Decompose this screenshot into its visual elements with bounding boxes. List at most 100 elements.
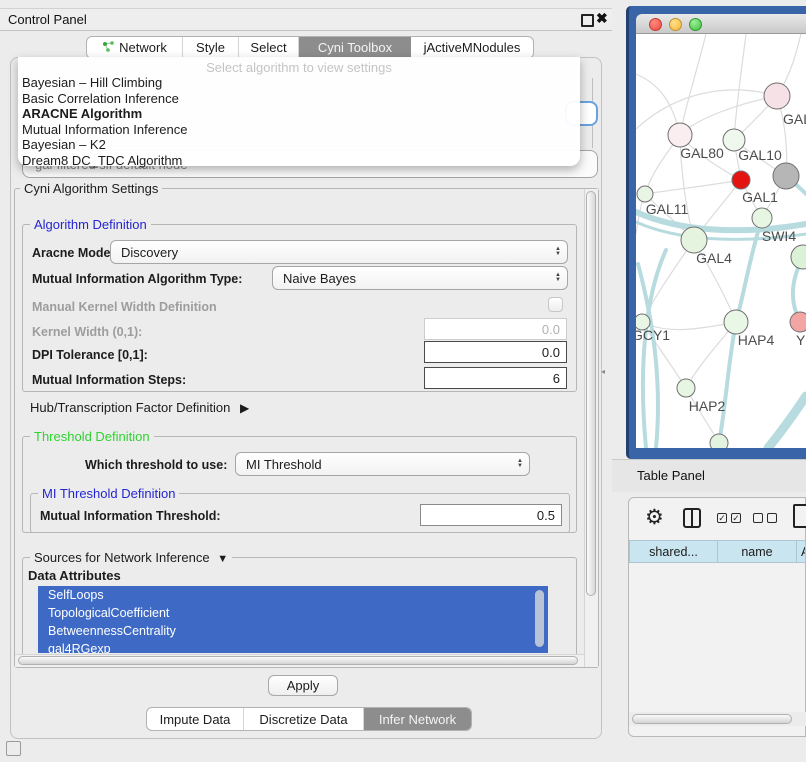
- node-hap4[interactable]: [724, 310, 748, 334]
- control-panel-tabs: Network Style Select Cyni Toolbox jActiv…: [86, 36, 534, 59]
- tab-jactivemnodules-label: jActiveMNodules: [424, 40, 521, 55]
- node-gray[interactable]: [773, 163, 799, 189]
- settings-vscrollbar-thumb[interactable]: [586, 191, 596, 596]
- tab-select-label: Select: [250, 40, 286, 55]
- tab-cyni-toolbox[interactable]: Cyni Toolbox: [299, 37, 411, 58]
- dropdown-item[interactable]: Bayesian – Hill Climbing: [18, 75, 580, 91]
- tab-cyni-toolbox-label: Cyni Toolbox: [318, 40, 392, 55]
- collapse-down-icon: ▼: [213, 553, 228, 565]
- deselect-all-checkbox-icon[interactable]: [767, 513, 777, 523]
- node-gal1-selected[interactable]: [732, 171, 750, 189]
- mi-threshold-group-title: MI Threshold Definition: [38, 486, 179, 501]
- tab-infer-network[interactable]: Infer Network: [364, 708, 471, 730]
- list-item[interactable]: TopologicalCoefficient: [38, 604, 548, 622]
- column-header-name[interactable]: name: [717, 540, 797, 563]
- table-hscrollbar-thumb[interactable]: [632, 714, 792, 724]
- label-y-clipped: Y: [796, 332, 806, 348]
- tab-impute-data-label: Impute Data: [160, 712, 231, 727]
- node-swi4[interactable]: [752, 208, 772, 228]
- node-green-clipped[interactable]: [791, 245, 806, 269]
- node-gal11[interactable]: [637, 186, 653, 202]
- list-item[interactable]: SelfLoops: [38, 586, 548, 604]
- tab-style[interactable]: Style: [183, 37, 239, 58]
- algorithm-dropdown-placeholder: Select algorithm to view settings: [18, 57, 580, 75]
- dropdown-item[interactable]: Mutual Information Inference: [18, 122, 580, 138]
- dropdown-item[interactable]: Dream8 DC_TDC Algorithm: [18, 153, 580, 169]
- control-panel-title: Control Panel: [8, 12, 87, 27]
- column-layout-icon[interactable]: [683, 508, 701, 528]
- kernel-width-label: Kernel Width (0,1):: [32, 325, 142, 339]
- kernel-width-field[interactable]: 0.0: [424, 318, 567, 340]
- aracne-mode-value: Discovery: [111, 245, 549, 260]
- attributes-scrollbar-thumb[interactable]: [535, 590, 544, 647]
- mi-type-label: Mutual Information Algorithm Type:: [32, 272, 242, 286]
- label-gal4: GAL4: [696, 250, 732, 266]
- network-canvas[interactable]: GAL GAL80 GAL10 GAL1 GAL11 SWI4 GAL4 GCY…: [636, 34, 806, 448]
- settings-gear-icon[interactable]: ⚙: [645, 507, 664, 528]
- threshold-definition-title: Threshold Definition: [30, 429, 154, 444]
- dpi-tolerance-label: DPI Tolerance [0,1]:: [32, 348, 148, 362]
- mi-type-combo[interactable]: Naive Bayes ▲▼: [272, 266, 568, 290]
- column-header-label: name: [741, 545, 772, 559]
- export-table-icon[interactable]: [793, 504, 806, 528]
- float-window-icon[interactable]: [581, 14, 594, 27]
- dropdown-item-selected[interactable]: ARACNE Algorithm: [18, 106, 580, 122]
- tab-select[interactable]: Select: [239, 37, 299, 58]
- label-gal11: GAL11: [646, 201, 689, 217]
- label-gal-clipped: GAL: [783, 111, 806, 127]
- column-header-clipped[interactable]: A: [796, 540, 806, 563]
- sources-group-toggle[interactable]: Sources for Network Inference ▼: [30, 550, 232, 565]
- zoom-traffic-light-icon[interactable]: [689, 18, 702, 31]
- dropdown-item[interactable]: Basic Correlation Inference: [18, 91, 580, 107]
- node-gal-clipped[interactable]: [764, 83, 790, 109]
- tab-jactivemnodules[interactable]: jActiveMNodules: [411, 37, 533, 58]
- combo-arrows-icon: ▲▼: [549, 247, 567, 257]
- tab-style-label: Style: [196, 40, 225, 55]
- apply-button[interactable]: Apply: [268, 675, 338, 696]
- column-header-shared-name[interactable]: shared...: [629, 540, 718, 563]
- minimize-traffic-light-icon[interactable]: [669, 18, 682, 31]
- data-attributes-list[interactable]: SelfLoops TopologicalCoefficient Between…: [38, 586, 548, 653]
- hub-definition-label: Hub/Transcription Factor Definition: [30, 400, 230, 415]
- list-item[interactable]: BetweennessCentrality: [38, 622, 548, 640]
- data-attributes-label: Data Attributes: [28, 568, 121, 583]
- mi-steps-label: Mutual Information Steps:: [32, 373, 186, 387]
- tab-infer-network-label: Infer Network: [379, 712, 456, 727]
- node-hap2[interactable]: [677, 379, 695, 397]
- aracne-mode-combo[interactable]: Discovery ▲▼: [110, 240, 568, 264]
- close-traffic-light-icon[interactable]: [649, 18, 662, 31]
- list-item[interactable]: gal4RGexp: [38, 640, 548, 653]
- network-icon: [102, 40, 115, 56]
- node-gal80[interactable]: [668, 123, 692, 147]
- manual-kernel-checkbox[interactable]: [548, 297, 563, 312]
- expand-right-icon: ▶: [234, 401, 249, 415]
- dropdown-item[interactable]: Bayesian – K2: [18, 137, 580, 153]
- mi-type-value: Naive Bayes: [273, 271, 549, 286]
- algorithm-dropdown: Select algorithm to view settings Bayesi…: [18, 57, 580, 166]
- select-all-checkbox-icon[interactable]: ✓: [717, 513, 727, 523]
- node-salmon-clipped[interactable]: [790, 312, 806, 332]
- which-threshold-label: Which threshold to use:: [85, 458, 227, 472]
- tab-impute-data[interactable]: Impute Data: [147, 708, 244, 730]
- which-threshold-combo[interactable]: MI Threshold ▲▼: [235, 452, 530, 476]
- close-icon[interactable]: ✖: [596, 10, 608, 27]
- settings-hscrollbar-thumb[interactable]: [18, 656, 578, 665]
- tab-discretize-data-label: Discretize Data: [259, 712, 347, 727]
- splitter-handle[interactable]: ◂: [601, 367, 605, 376]
- combo-arrows-icon: ▲▼: [511, 459, 529, 469]
- node-bottom-clipped[interactable]: [710, 434, 728, 448]
- hub-definition-toggle[interactable]: Hub/Transcription Factor Definition ▶: [30, 400, 249, 415]
- dpi-tolerance-field[interactable]: 0.0: [424, 341, 567, 363]
- tab-network-label: Network: [119, 40, 167, 55]
- mi-threshold-field[interactable]: 0.5: [420, 504, 562, 526]
- dock-panel-icon[interactable]: [6, 741, 21, 756]
- label-gal80: GAL80: [680, 145, 724, 161]
- network-window-titlebar[interactable]: [636, 14, 806, 34]
- deselect-all-checkbox-icon[interactable]: [753, 513, 763, 523]
- column-header-label: shared...: [649, 545, 698, 559]
- tab-discretize-data[interactable]: Discretize Data: [244, 708, 364, 730]
- mi-steps-field[interactable]: 6: [424, 367, 567, 389]
- tab-network[interactable]: Network: [87, 37, 183, 58]
- select-all-checkbox-icon[interactable]: ✓: [731, 513, 741, 523]
- sources-group-title: Sources for Network Inference: [34, 550, 210, 565]
